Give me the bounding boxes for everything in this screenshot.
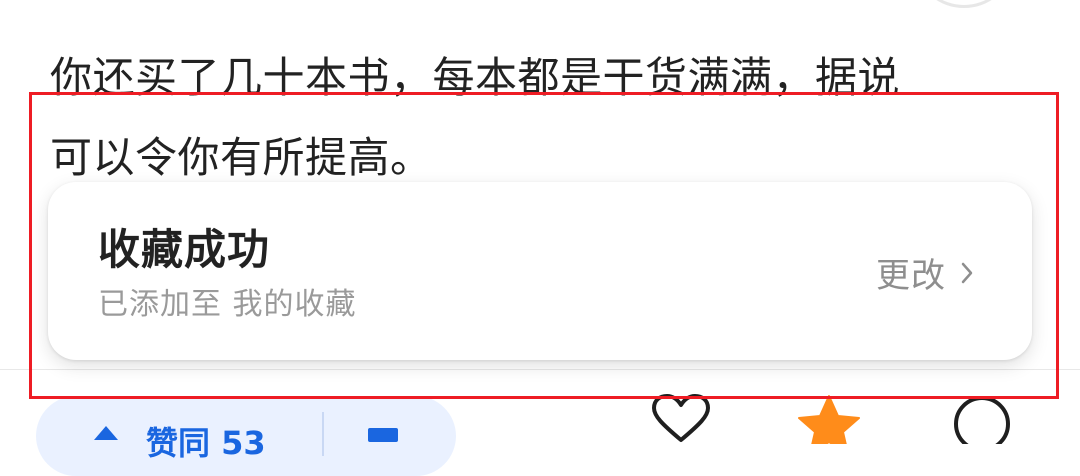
upvote-label: 赞同 53 (146, 424, 266, 462)
downvote-button[interactable] (368, 428, 398, 442)
article-text: 你还买了几十本书，每本都是干货满满，据说 可以令你有所提高。 (50, 38, 1040, 198)
vote-divider (322, 412, 324, 456)
bottom-bar-divider (0, 369, 1080, 370)
change-collection-button[interactable]: 更改 (876, 248, 974, 297)
favorite-success-toast: 收藏成功 已添加至 我的收藏 更改 (48, 182, 1032, 360)
toast-subtitle: 已添加至 我的收藏 (98, 287, 357, 322)
chevron-right-icon (961, 262, 973, 283)
avatar[interactable] (918, 0, 1010, 8)
upvote-button[interactable]: 赞同 53 (36, 396, 456, 476)
up-arrow-icon (94, 426, 118, 440)
toast-title: 收藏成功 (98, 225, 271, 274)
heart-icon[interactable] (650, 394, 712, 444)
article-line: 你还买了几十本书，每本都是干货满满，据说 (50, 53, 901, 102)
star-icon[interactable] (796, 394, 862, 444)
change-label: 更改 (876, 256, 946, 296)
comment-icon[interactable] (950, 394, 1014, 444)
